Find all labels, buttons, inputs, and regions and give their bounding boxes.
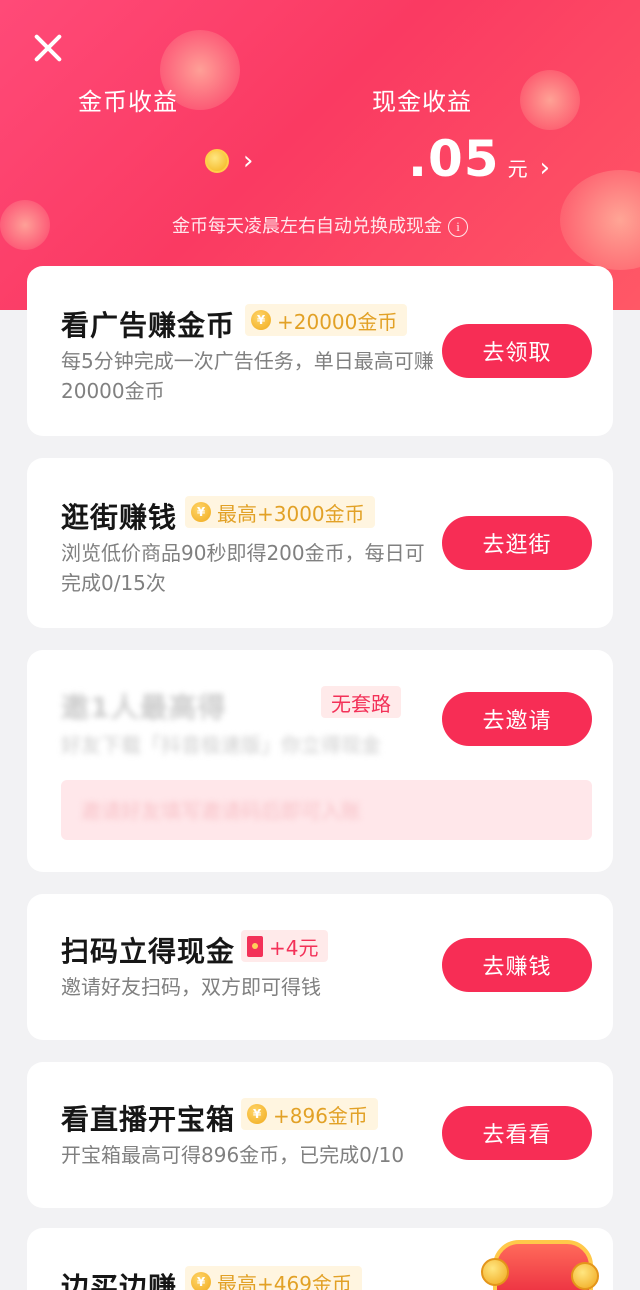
exchange-notice-text: 金币每天凌晨左右自动兑换成现金: [172, 216, 442, 237]
task-description: 浏览低价商品90秒即得200金币，每日可完成0/15次: [61, 541, 425, 595]
coin-earnings-link[interactable]: ›: [205, 148, 253, 174]
task-description: 开宝箱最高可得896金币，已完成0/10: [61, 1143, 405, 1167]
close-icon[interactable]: [28, 28, 68, 68]
task-description: 邀请好友扫码，双方即可得钱: [61, 975, 321, 999]
task-card-shopping: 逛街赚钱 ¥ 最高+3000金币 浏览低价商品90秒即得200金币，每日可完成0…: [27, 458, 613, 628]
task-title: 看广告赚金币: [61, 309, 236, 342]
reward-tag: ¥ +896金币: [241, 1098, 378, 1130]
reward-tag: ¥ 最高+469金币: [185, 1266, 362, 1290]
task-card-invite: 邀1人最高得 无套路 好友下载「抖音极速版」你立得现金 邀请好友填写邀请码后即可…: [27, 650, 613, 872]
coin-icon: ¥: [251, 310, 271, 330]
reward-tag-text: +896金币: [273, 1103, 368, 1128]
reward-tag-text: +20000金币: [277, 309, 398, 334]
task-title: 看直播开宝箱: [61, 1103, 236, 1136]
earn-button[interactable]: 去赚钱: [442, 938, 592, 992]
red-envelope-icon: [247, 935, 263, 957]
no-catch-tag: 无套路: [321, 686, 401, 718]
task-card-live: 看直播开宝箱 ¥ +896金币 开宝箱最高可得896金币，已完成0/10 去看看: [27, 1062, 613, 1208]
chevron-right-icon: ›: [539, 153, 550, 183]
info-icon[interactable]: i: [448, 217, 468, 237]
cash-value: .05: [408, 130, 500, 188]
browse-button[interactable]: 去逛街: [442, 516, 592, 570]
reward-tag-text: 最高+3000金币: [217, 501, 365, 526]
decor-bokeh: [520, 70, 580, 130]
task-description: 每5分钟完成一次广告任务，单日最高可赚20000金币: [61, 349, 434, 403]
chevron-right-icon: ›: [243, 146, 254, 176]
reward-tag-text: 最高+469金币: [217, 1271, 352, 1290]
invite-banner: 邀请好友填写邀请码后即可入账: [61, 780, 592, 840]
exchange-notice: 金币每天凌晨左右自动兑换成现金 i: [0, 212, 640, 238]
task-card-ad: 看广告赚金币 ¥ +20000金币 每5分钟完成一次广告任务，单日最高可赚200…: [27, 266, 613, 436]
cash-unit: 元: [507, 157, 528, 181]
reward-tag-text: +4元: [269, 935, 319, 960]
cash-earnings-label: 现金收益: [372, 88, 472, 116]
cash-earnings-link[interactable]: .05 元 ›: [408, 130, 550, 188]
reward-tag: +4元: [241, 930, 329, 962]
coin-icon: ¥: [191, 1272, 211, 1290]
coin-icon: ¥: [247, 1104, 267, 1124]
task-description: 好友下载「抖音极速版」你立得现金: [61, 733, 381, 757]
task-title: 邀1人最高得: [61, 691, 227, 724]
claim-button[interactable]: 去领取: [442, 324, 592, 378]
reward-tag: ¥ 最高+3000金币: [185, 496, 375, 528]
invite-banner-text: 邀请好友填写邀请码后即可入账: [81, 799, 361, 823]
coin-icon: ¥: [191, 502, 211, 522]
invite-button[interactable]: 去邀请: [442, 692, 592, 746]
task-card-buy-earn: 边买边赚 ¥ 最高+469金币: [27, 1228, 613, 1290]
coin-icon: [205, 149, 229, 173]
task-title: 逛街赚钱: [61, 501, 178, 534]
task-title: 扫码立得现金: [61, 935, 236, 968]
coin-earnings-label: 金币收益: [78, 88, 178, 116]
task-title: 边买边赚: [61, 1271, 178, 1290]
treasure-chest-icon: [463, 1228, 603, 1290]
task-card-scan: 扫码立得现金 +4元 邀请好友扫码，双方即可得钱 去赚钱: [27, 894, 613, 1040]
earnings-header: 金币收益 现金收益 › .05 元 › 金币每天凌晨左右自动兑换成现金 i: [0, 0, 640, 310]
reward-tag: ¥ +20000金币: [245, 304, 408, 336]
watch-button[interactable]: 去看看: [442, 1106, 592, 1160]
